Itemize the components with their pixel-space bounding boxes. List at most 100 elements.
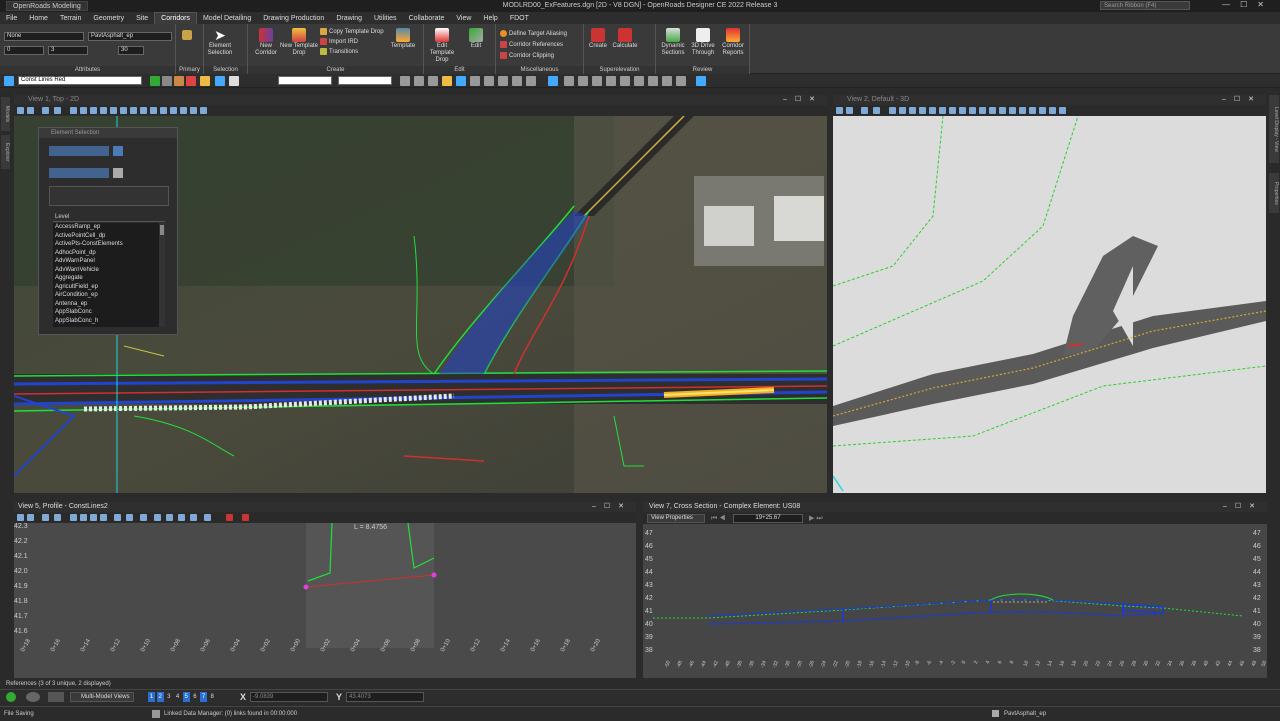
y-coordinate-field[interactable]: 43.4073 [346,692,424,702]
superelevation-create-button[interactable]: Create [586,28,610,50]
render-icon[interactable] [1009,107,1016,114]
red-tool-icon[interactable] [226,514,233,521]
select-all-icon[interactable] [113,168,123,178]
tool-icon-13[interactable] [578,76,588,86]
view-attributes-icon[interactable] [17,514,24,521]
copy-template-drop-button[interactable]: Copy Template Drop [320,28,384,36]
view-next-icon[interactable] [969,107,976,114]
rotate-view-icon[interactable] [120,107,127,114]
view-button-1[interactable]: 1 [148,692,155,702]
rotate-view-icon[interactable] [939,107,946,114]
view7-canvas[interactable]: 47 46 45 44 43 42 41 40 39 38 47 46 45 4… [643,524,1268,678]
view-display-icon[interactable] [846,107,853,114]
line-tool-icon[interactable] [229,76,239,86]
level-item[interactable]: AdvWarnVehicle [53,266,165,275]
view-button-8[interactable]: 8 [209,692,216,702]
linked-data-icon[interactable] [152,710,160,718]
pencil-icon[interactable] [113,146,123,156]
view-next-icon[interactable] [166,514,173,521]
transitions-button[interactable]: Transitions [320,48,358,56]
edit-button[interactable]: Edit [464,28,488,50]
selection-method-icons[interactable] [49,168,109,178]
tool-icon-19[interactable] [662,76,672,86]
grid-icon[interactable] [204,514,211,521]
walk-icon[interactable] [170,107,177,114]
zoom-out-icon[interactable] [90,514,97,521]
tool-icon-9[interactable] [512,76,522,86]
view-groups-icon[interactable] [48,692,64,702]
scrollbar-thumb[interactable] [160,225,164,235]
linestyle-field[interactable] [278,76,332,85]
walk-icon[interactable] [989,107,996,114]
zoom-out-icon[interactable] [90,107,97,114]
view-attributes-icon[interactable] [836,107,843,114]
view5-window-controls[interactable]: –☐✕ [592,502,632,512]
selection-tool-icon[interactable] [215,76,225,86]
view-button-2[interactable]: 2 [156,692,164,702]
level-item[interactable]: Antenna_ep [53,300,165,309]
zoom-in-icon[interactable] [80,107,87,114]
window-area-icon[interactable] [100,107,107,114]
tool-icon-3[interactable] [428,76,438,86]
line-style-dropdown[interactable]: 3 [48,46,88,55]
tool-icon-21[interactable] [696,76,706,86]
view-attributes-icon[interactable] [17,107,24,114]
tool-icon-1[interactable] [400,76,410,86]
zoom-in-icon[interactable] [899,107,906,114]
view2-canvas[interactable] [832,115,1267,493]
view-settings-icon[interactable] [54,514,61,521]
level-item[interactable]: AppSlabConc [53,308,165,317]
view-button-7[interactable]: 7 [200,692,208,702]
fit-view-icon[interactable] [929,107,936,114]
view-display-icon[interactable] [27,514,34,521]
selection-mode-icons[interactable] [49,146,109,156]
template-button[interactable]: Template [388,28,418,50]
define-target-aliasing-button[interactable]: Define Target Aliasing [500,30,567,38]
feature-definition-dropdown[interactable]: PavtAsphalt_ep [88,32,172,41]
tool-icon-2[interactable] [414,76,424,86]
dynamic-sections-button[interactable]: Dynamic Sections [658,28,688,57]
rotate-view-icon[interactable] [126,514,133,521]
view-clip-icon[interactable] [42,107,49,114]
view-mode-dropdown[interactable]: Multi-Model Views [70,692,134,702]
view-button-4[interactable]: 4 [174,692,181,702]
level-item[interactable]: ActivePts-ConstElements [53,240,165,249]
view-button-6[interactable]: 6 [191,692,198,702]
level-item[interactable]: AirCondition_ep [53,291,165,300]
window-area-icon[interactable] [100,514,107,521]
window-area-icon[interactable] [919,107,926,114]
properties-tab[interactable]: Properties [1269,173,1279,213]
view-settings-icon[interactable] [54,107,61,114]
view-next-icon[interactable] [150,107,157,114]
view-button-5[interactable]: 5 [182,692,190,702]
tool-icon-17[interactable] [634,76,644,86]
tool-icon-6[interactable] [470,76,480,86]
previous-station-icons[interactable]: ⏮ ◀ [711,514,726,523]
lock-icon[interactable] [992,710,999,717]
drive-through-button[interactable]: 3D Drive Through [688,28,718,57]
tool-icon-15[interactable] [606,76,616,86]
pan-view-icon[interactable] [949,107,956,114]
view-settings-icon[interactable] [873,107,880,114]
view-look-icon[interactable] [1039,107,1046,114]
view5-canvas[interactable]: 42.3 42.2 42.1 42.0 41.9 41.8 41.7 41.6 … [14,523,636,678]
level-item[interactable]: Aggregate [53,274,165,283]
weight-field[interactable] [338,76,392,85]
view-export-icon[interactable] [1059,107,1066,114]
pan-view-icon[interactable] [130,107,137,114]
fit-view-icon[interactable] [110,107,117,114]
tool-icon-7[interactable] [484,76,494,86]
camera-icon[interactable] [999,107,1006,114]
zoom-in-icon[interactable] [80,514,87,521]
new-template-drop-button[interactable]: New Template Drop [280,28,318,57]
tool-icon-11[interactable] [548,76,558,86]
view-previous-icon[interactable] [140,107,147,114]
view-clip-icon[interactable] [861,107,868,114]
tool-icon-8[interactable] [498,76,508,86]
level-item[interactable]: AppSlabConc_h [53,317,165,326]
copy-view-icon[interactable] [160,107,167,114]
style-icon[interactable] [174,76,184,86]
level-display-tab[interactable]: Level Display - View [1269,95,1279,163]
tool-icon-20[interactable] [676,76,686,86]
copy-view-icon[interactable] [178,514,185,521]
